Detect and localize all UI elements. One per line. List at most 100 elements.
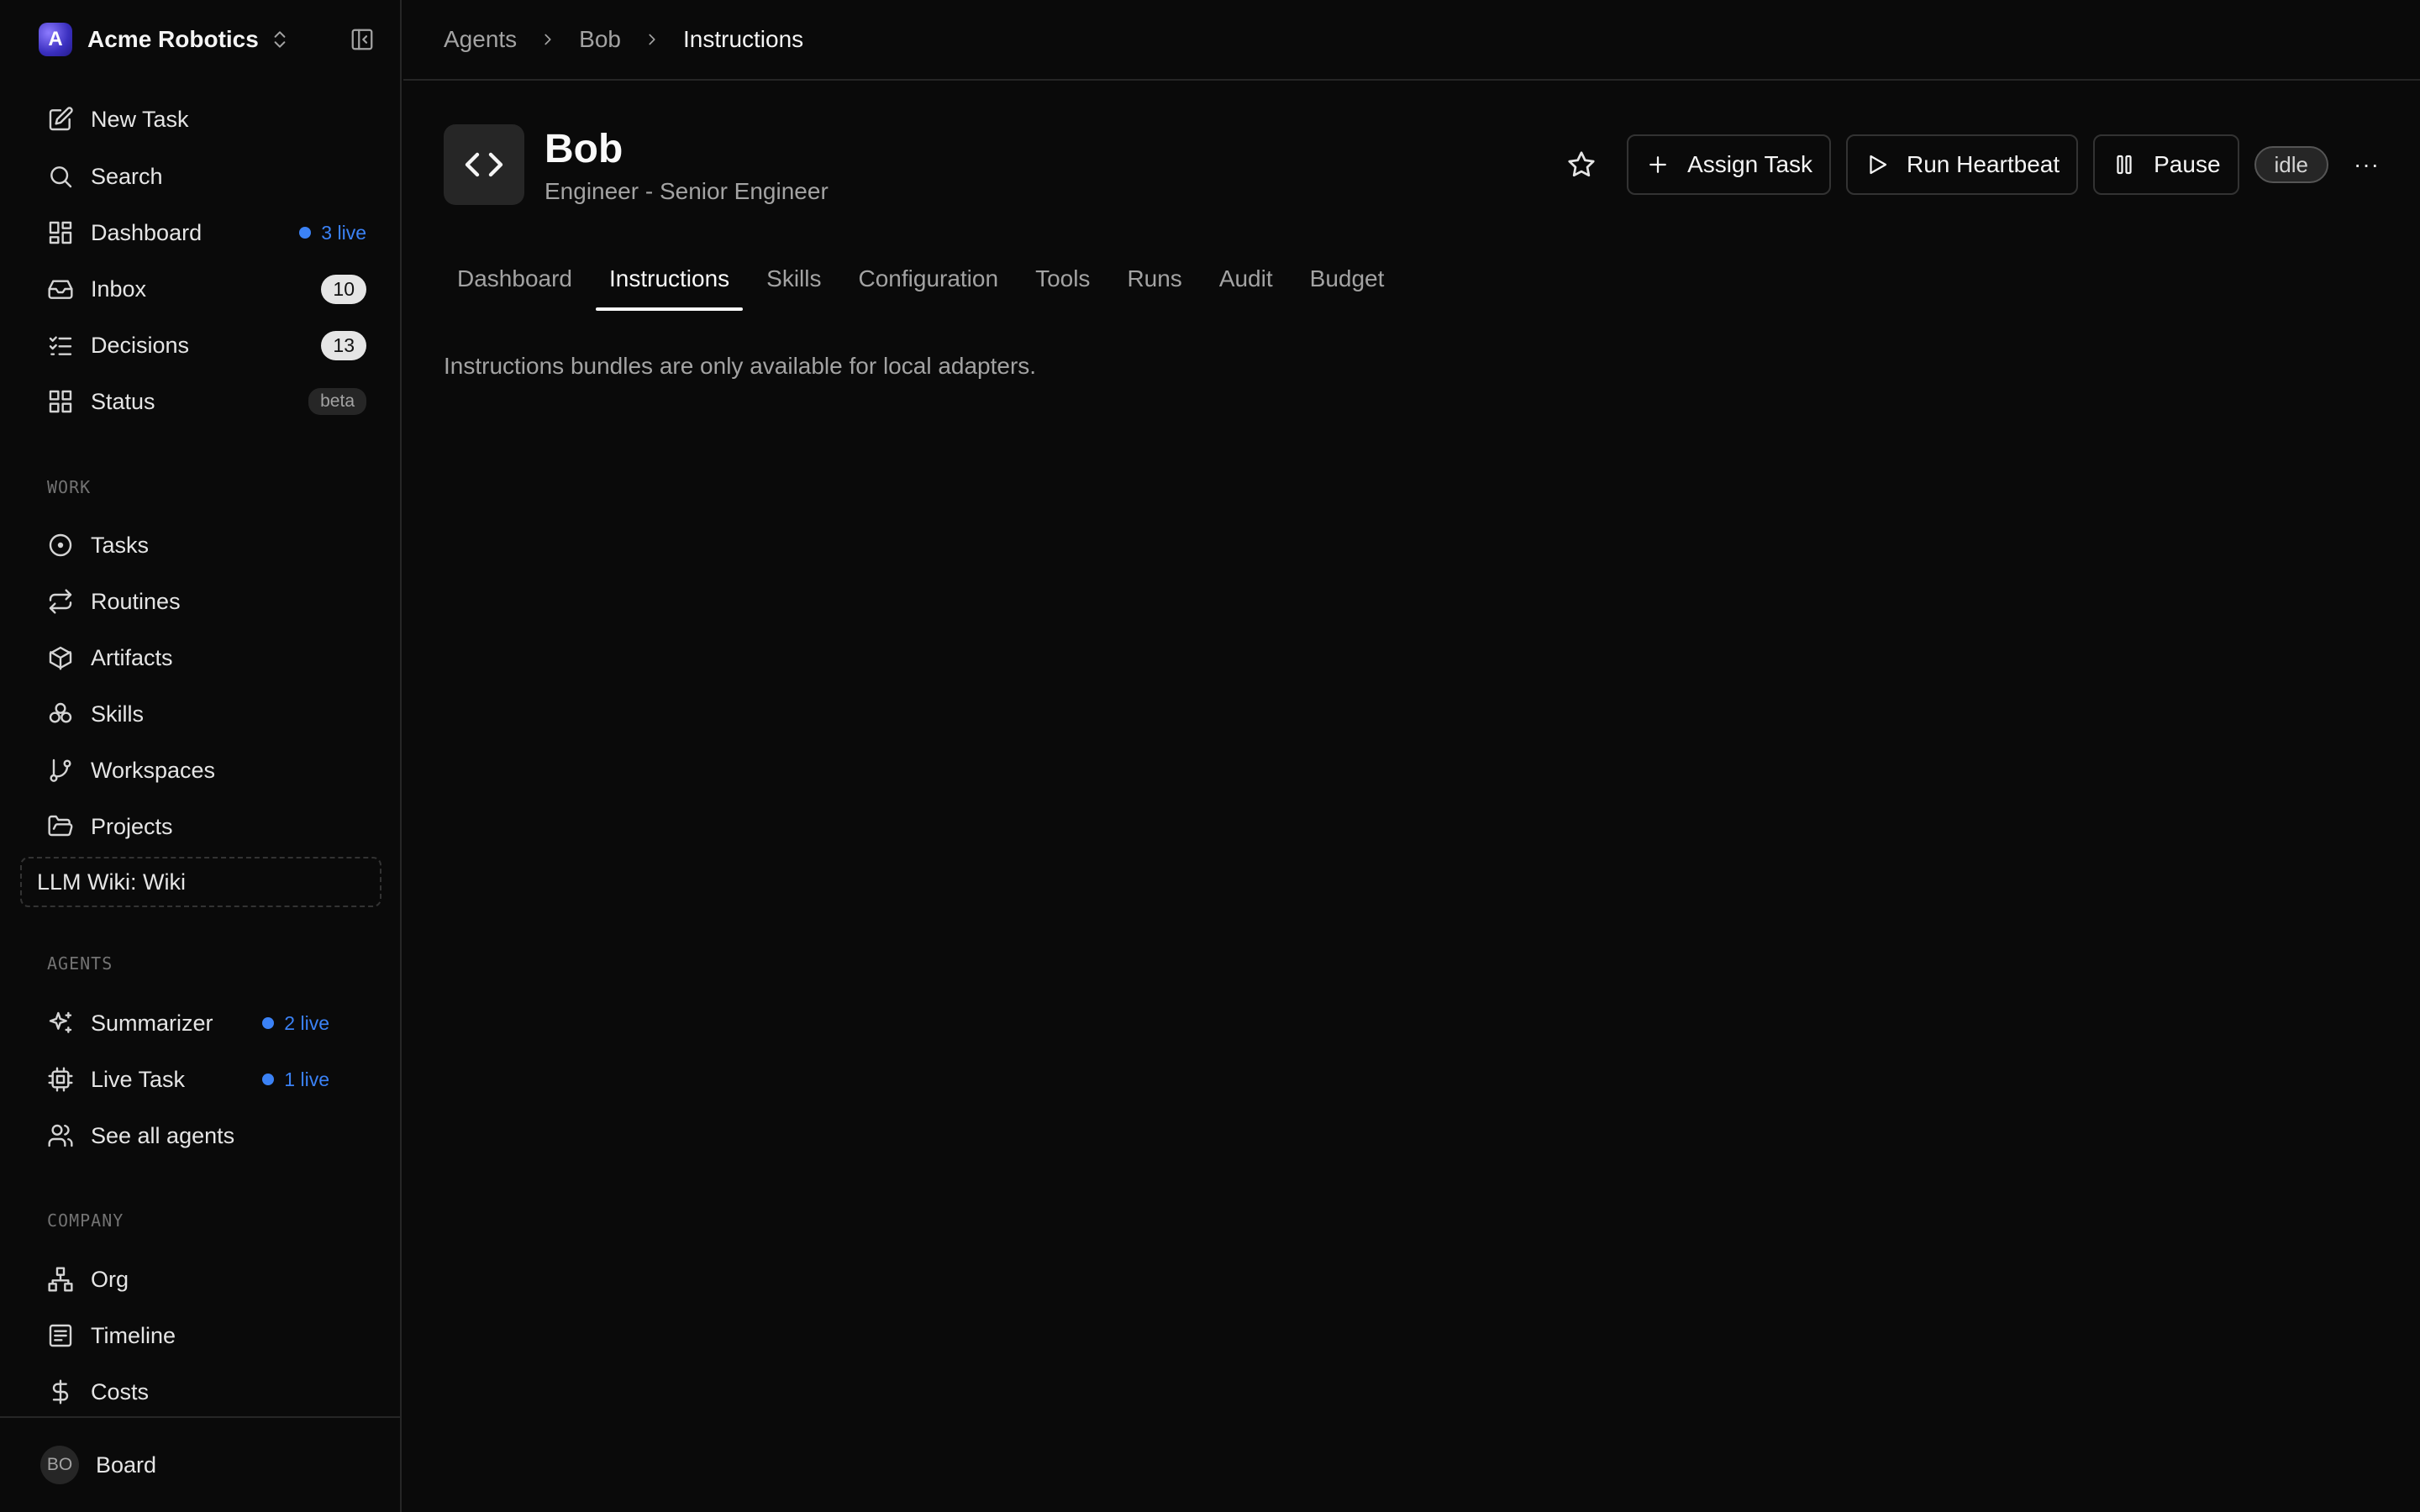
grid-icon <box>47 388 74 415</box>
nav-workspaces[interactable]: Workspaces <box>39 746 366 795</box>
breadcrumb-bob[interactable]: Bob <box>579 26 621 53</box>
nav-label: Org <box>91 1266 129 1292</box>
nav-org[interactable]: Org <box>39 1255 366 1304</box>
breadcrumb-instructions: Instructions <box>683 26 804 52</box>
breadcrumb-agents[interactable]: Agents <box>444 26 517 53</box>
star-icon[interactable] <box>1563 146 1600 183</box>
inbox-icon <box>47 276 74 302</box>
section-work: WORK <box>47 477 92 497</box>
dollar-icon <box>47 1378 74 1405</box>
collapse-sidebar-icon[interactable] <box>350 27 375 52</box>
nav-see-all-agents[interactable]: See all agents <box>39 1111 366 1160</box>
board-label: Board <box>96 1452 157 1478</box>
nav-label: Routines <box>91 588 181 614</box>
pause-button[interactable]: Pause <box>2093 134 2239 195</box>
nav-label: Status <box>91 388 155 414</box>
live-count: 1 live <box>284 1068 329 1090</box>
avatar: BO <box>40 1446 79 1484</box>
nav-routines[interactable]: Routines <box>39 577 366 626</box>
live-dot <box>262 1074 275 1085</box>
nav-label: Workspaces <box>91 757 216 783</box>
run-heartbeat-label: Run Heartbeat <box>1907 151 2060 177</box>
boxes-icon <box>47 701 74 727</box>
agent-actions: Assign Task Run Heartbeat Pause idle ··· <box>1563 134 2380 195</box>
code-icon <box>444 124 524 205</box>
section-company: COMPANY <box>47 1210 124 1231</box>
main-content: Agents Bob Instructions Bob Engineer - S… <box>403 0 2420 1512</box>
wiki-link[interactable]: LLM Wiki: Wiki <box>20 857 381 907</box>
sparkles-icon <box>47 1010 74 1037</box>
live-dot <box>262 1017 275 1029</box>
nav-label: Artifacts <box>91 644 173 670</box>
nav-new-task[interactable]: New Task <box>39 95 366 144</box>
nav-status[interactable]: Status beta <box>39 377 366 426</box>
nav-search[interactable]: Search <box>39 152 366 201</box>
tab-instructions[interactable]: Instructions <box>595 252 744 311</box>
live-badge: 3 live <box>299 222 366 244</box>
nav-decisions[interactable]: Decisions 13 <box>39 321 366 370</box>
agent-header: Bob Engineer - Senior Engineer Assign Ta… <box>444 124 2380 205</box>
tab-runs[interactable]: Runs <box>1113 252 1195 311</box>
tab-audit[interactable]: Audit <box>1206 252 1286 311</box>
nav-artifacts[interactable]: Artifacts <box>39 633 366 682</box>
live-count: 2 live <box>284 1011 329 1034</box>
plus-icon <box>1645 152 1687 177</box>
nav-dashboard[interactable]: Dashboard 3 live <box>39 208 366 257</box>
package-icon <box>47 644 74 671</box>
tab-skills[interactable]: Skills <box>753 252 834 311</box>
tab-tools[interactable]: Tools <box>1022 252 1103 311</box>
workspace-switcher[interactable]: A Acme Robotics <box>39 20 375 59</box>
dashboard-icon <box>47 219 74 246</box>
sidebar: A Acme Robotics New Task Search Dashboar… <box>0 0 402 1512</box>
tab-dashboard[interactable]: Dashboard <box>444 252 586 311</box>
instructions-unavailable-message: Instructions bundles are only available … <box>444 353 1037 379</box>
pause-label: Pause <box>2154 151 2221 177</box>
tab-configuration[interactable]: Configuration <box>845 252 1013 311</box>
nav-agent-live-task[interactable]: Live Task 1 live <box>39 1055 366 1104</box>
nav-label: Dashboard <box>91 219 203 245</box>
tab-budget[interactable]: Budget <box>1297 252 1398 311</box>
chevron-right-icon <box>643 30 661 49</box>
nav-tasks[interactable]: Tasks <box>39 521 366 570</box>
folder-open-icon <box>47 813 74 840</box>
chevron-right-icon <box>539 30 557 49</box>
assign-task-button[interactable]: Assign Task <box>1627 134 1832 195</box>
run-heartbeat-button[interactable]: Run Heartbeat <box>1846 134 2079 195</box>
beta-badge: beta <box>308 388 366 415</box>
list-icon <box>47 1322 74 1349</box>
section-agents: AGENTS <box>47 953 113 974</box>
chevron-up-down-icon <box>269 29 291 50</box>
nav-inbox[interactable]: Inbox 10 <box>39 265 366 313</box>
nav-skills[interactable]: Skills <box>39 690 366 738</box>
nav-label: Skills <box>91 701 145 727</box>
live-badge: 2 live <box>262 1012 329 1035</box>
board-user[interactable]: BO Board <box>0 1416 402 1512</box>
edit-icon <box>47 106 74 133</box>
more-options-button[interactable]: ··· <box>2354 151 2380 178</box>
network-icon <box>47 1266 74 1293</box>
nav-projects[interactable]: Projects <box>39 802 366 851</box>
breadcrumb: Agents Bob Instructions <box>403 0 2420 81</box>
nav-label: Timeline <box>91 1322 176 1348</box>
search-icon <box>47 163 74 190</box>
decisions-count-badge: 13 <box>321 330 366 360</box>
git-branch-icon <box>47 757 74 784</box>
nav-label: Inbox <box>91 276 147 302</box>
nav-label: New Task <box>91 106 189 132</box>
nav-label: Tasks <box>91 532 150 558</box>
cpu-icon <box>47 1066 74 1093</box>
nav-agent-summarizer[interactable]: Summarizer 2 live <box>39 999 366 1047</box>
nav-label: Costs <box>91 1378 150 1404</box>
nav-timeline[interactable]: Timeline <box>39 1311 366 1360</box>
nav-label: Decisions <box>91 332 190 358</box>
nav-label: Live Task <box>91 1066 186 1092</box>
nav-label: Projects <box>91 813 173 839</box>
agent-name: Bob <box>544 127 623 171</box>
nav-costs[interactable]: Costs <box>39 1368 366 1416</box>
assign-task-label: Assign Task <box>1687 151 1813 177</box>
agent-role: Engineer - Senior Engineer <box>544 178 829 204</box>
workspace-name: Acme Robotics <box>87 26 259 52</box>
nav-label: See all agents <box>91 1122 235 1148</box>
play-icon <box>1865 152 1907 177</box>
circle-dot-icon <box>47 532 74 559</box>
